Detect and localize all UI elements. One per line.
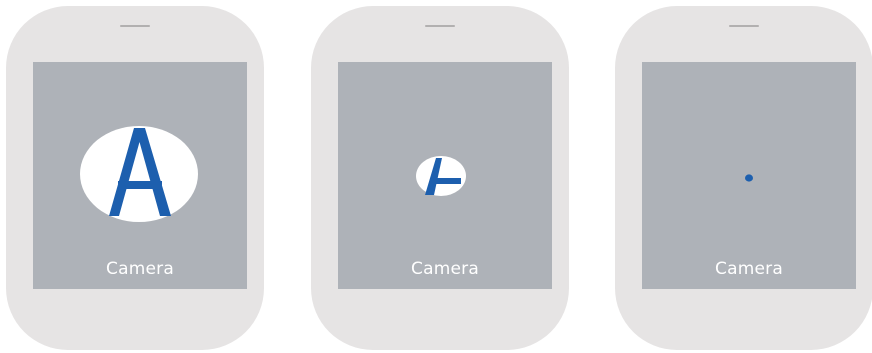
device-screen-3: Camera: [642, 62, 856, 289]
device-frame-3: Camera: [615, 6, 872, 350]
device-frame-1: Camera: [6, 6, 264, 350]
camera-app-icon-shrinking[interactable]: [338, 124, 552, 224]
device-screen-2: Camera: [338, 62, 552, 289]
device-frame-2: Camera: [311, 6, 569, 350]
camera-app-icon[interactable]: [33, 124, 247, 224]
speaker-grille: [425, 25, 455, 27]
launch-animation-sequence: Camera Camera Camera: [0, 0, 872, 353]
app-label: Camera: [106, 259, 174, 279]
app-label: Camera: [411, 259, 479, 279]
app-label: Camera: [715, 259, 783, 279]
camera-app-icon-dot[interactable]: [642, 124, 856, 224]
device-screen-1: Camera: [33, 62, 247, 289]
speaker-grille: [729, 25, 759, 27]
speaker-grille: [120, 25, 150, 27]
